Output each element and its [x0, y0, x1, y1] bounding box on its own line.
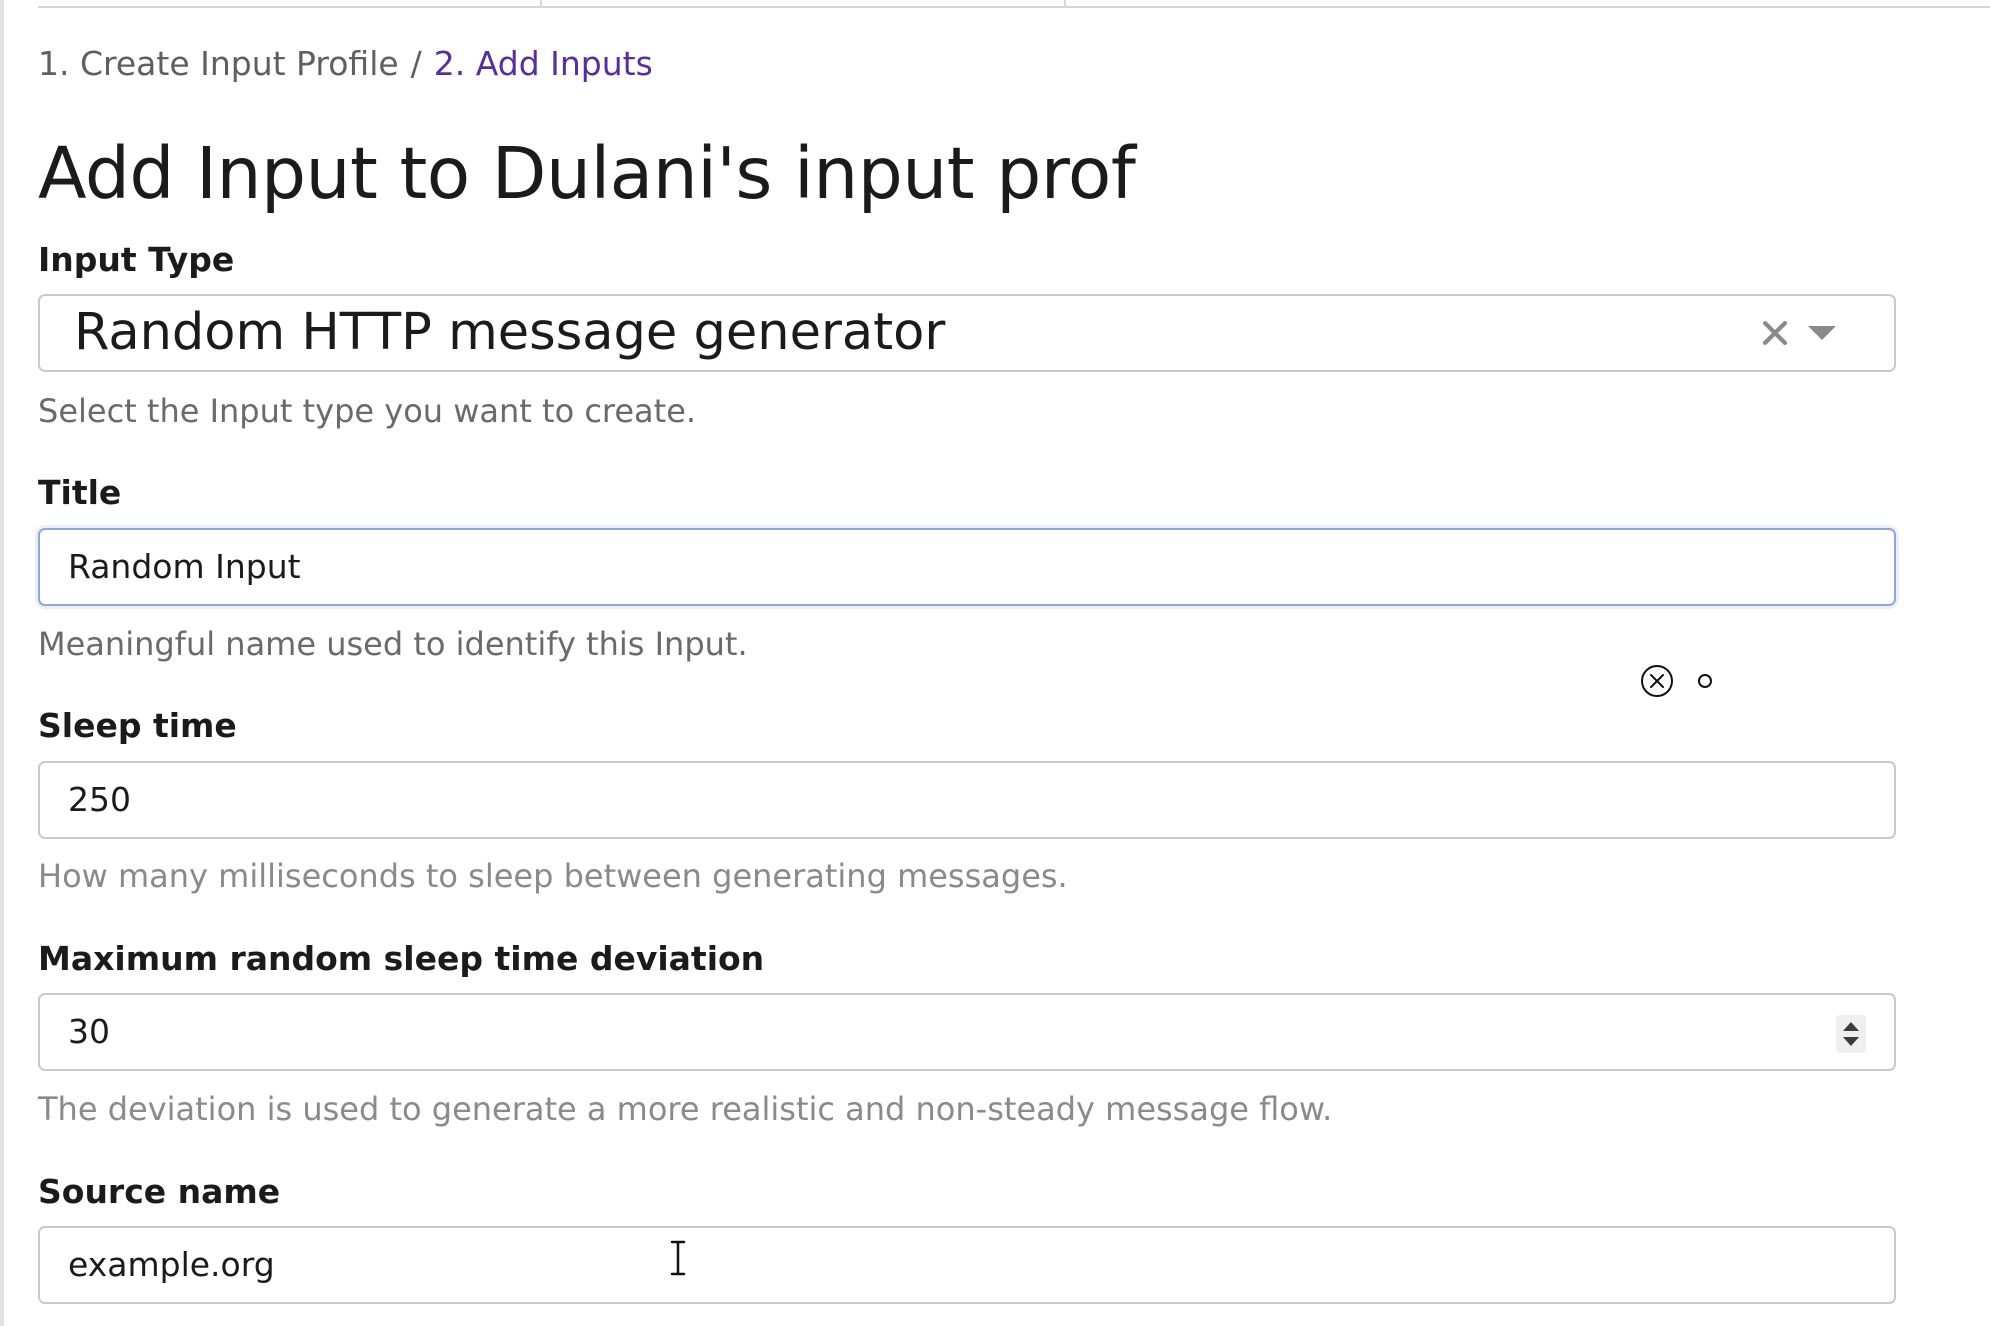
tab-divider: [540, 0, 542, 6]
sleep-time-help: How many milliseconds to sleep between g…: [38, 857, 1068, 895]
sleep-time-value: 250: [68, 780, 131, 819]
input-type-label: Input Type: [38, 240, 235, 279]
stepper-down-icon[interactable]: [1843, 1037, 1859, 1046]
source-name-input[interactable]: example.org: [38, 1226, 1896, 1304]
source-name-label: Source name: [38, 1172, 281, 1211]
number-stepper[interactable]: [1836, 1015, 1866, 1053]
breadcrumb-separator: /: [410, 44, 422, 83]
stepper-up-icon[interactable]: [1843, 1022, 1859, 1031]
input-type-selected-value: Random HTTP message generator: [74, 303, 946, 362]
source-name-value: example.org: [68, 1245, 275, 1284]
breadcrumb-step-add-inputs: 2. Add Inputs: [433, 44, 653, 83]
left-border: [0, 0, 4, 1326]
deviation-label: Maximum random sleep time deviation: [38, 939, 765, 978]
title-help: Meaningful name used to identify this In…: [38, 625, 748, 663]
title-input-value: Random Input: [68, 547, 301, 586]
title-label: Title: [38, 473, 122, 512]
top-tab-strip: [38, 0, 1990, 8]
chevron-down-icon[interactable]: [1808, 326, 1836, 340]
circle-x-icon: [1641, 665, 1673, 697]
input-type-help: Select the Input type you want to create…: [38, 392, 697, 430]
close-icon[interactable]: [1758, 316, 1792, 350]
deviation-number-input[interactable]: 30: [38, 993, 1896, 1071]
page-title: Add Input to Dulani's input prof: [38, 132, 1136, 215]
sleep-time-label: Sleep time: [38, 706, 237, 745]
sleep-time-input[interactable]: 250: [38, 761, 1896, 839]
breadcrumb: 1. Create Input Profile / 2. Add Inputs: [38, 44, 653, 83]
circle-icon: [1698, 674, 1712, 688]
input-type-select[interactable]: Random HTTP message generator: [38, 294, 1896, 372]
deviation-value: 30: [68, 1012, 110, 1051]
title-input[interactable]: Random Input: [38, 528, 1896, 606]
tab-divider: [1064, 0, 1066, 6]
deviation-help: The deviation is used to generate a more…: [38, 1090, 1333, 1128]
breadcrumb-step-create-profile[interactable]: 1. Create Input Profile: [38, 44, 399, 83]
page: 1. Create Input Profile / 2. Add Inputs Ad…: [0, 0, 1990, 1326]
text-cursor-icon: [670, 1240, 686, 1276]
